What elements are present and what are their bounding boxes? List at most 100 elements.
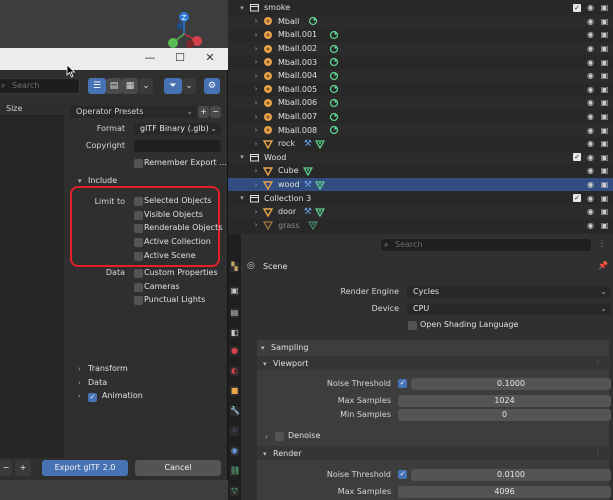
copyright-input[interactable] (134, 140, 221, 152)
section-header-animation[interactable]: › ✓ Animation (78, 391, 143, 403)
tab-physics[interactable]: ◉ (230, 446, 239, 456)
vp-min-samples-field[interactable]: 0 (398, 409, 611, 421)
chevron-right-icon[interactable]: › (252, 31, 260, 39)
chevron-right-icon[interactable]: › (252, 72, 260, 80)
viewport-subpanel-header[interactable] (257, 356, 609, 370)
metaball-data-icon[interactable] (329, 30, 339, 40)
r-noise-threshold-checkbox[interactable]: ✓ (398, 470, 407, 479)
eye-icon[interactable]: ◉ (586, 113, 595, 121)
file-search-input[interactable]: ⌕ Search (0, 78, 80, 94)
sampling-header[interactable]: ▾ Sampling (261, 343, 308, 352)
tab-object[interactable]: ■ (230, 386, 239, 396)
camera-icon[interactable]: ▣ (600, 58, 609, 66)
metaball-data-icon[interactable] (329, 84, 339, 94)
vp-noise-threshold-field[interactable]: 0.1000 (411, 378, 611, 390)
close-icon[interactable]: ✕ (203, 51, 217, 65)
animation-checkbox[interactable]: ✓ (88, 393, 97, 403)
cancel-button[interactable]: Cancel (135, 460, 221, 476)
list-view-button[interactable]: ☰ (88, 78, 106, 94)
eye-icon[interactable]: ◉ (586, 167, 595, 175)
chevron-right-icon[interactable]: › (252, 17, 260, 25)
camera-icon[interactable]: ▣ (600, 4, 609, 12)
zoom-in-button[interactable]: + (15, 460, 31, 476)
outliner-object-row[interactable]: › Mball.002 ◉ ▣ (228, 41, 613, 56)
chevron-right-icon[interactable]: › (252, 113, 260, 121)
tab-world[interactable]: ◐ (230, 366, 239, 376)
zoom-out-button[interactable]: − (0, 460, 12, 476)
data-option-checkbox[interactable] (134, 282, 143, 292)
camera-icon[interactable]: ▣ (600, 194, 609, 202)
chevron-down-icon[interactable]: ▾ (238, 194, 246, 202)
outliner-object-row[interactable]: › Mball.006 ◉ ▣ (228, 96, 613, 110)
device-dropdown[interactable]: CPU ⌄ (407, 303, 611, 315)
camera-icon[interactable]: ▣ (600, 140, 609, 148)
data-option-checkbox[interactable] (134, 296, 143, 306)
camera-icon[interactable]: ▣ (600, 113, 609, 121)
outliner-object-row[interactable]: › Mball.004 ◉ ▣ (228, 69, 613, 83)
minimize-icon[interactable]: — (143, 51, 157, 65)
limit-option-checkbox[interactable] (134, 210, 143, 220)
limit-option-checkbox[interactable] (134, 238, 143, 248)
axis-gizmo-icon[interactable]: Z (160, 8, 210, 50)
camera-icon[interactable]: ▣ (600, 208, 609, 216)
outliner[interactable]: ▾ smoke ✓ ◉ ▣ › Mball ◉ ▣ › Mball.001 ◉ ▣ › Mball.002 ◉… (228, 0, 613, 234)
camera-icon[interactable]: ▣ (600, 17, 609, 25)
exclude-checkbox[interactable]: ✓ (573, 3, 581, 12)
camera-icon[interactable]: ▣ (600, 85, 609, 93)
camera-icon[interactable]: ▣ (600, 126, 609, 134)
viewport-header[interactable]: ▾ Viewport (263, 359, 308, 368)
chevron-right-icon[interactable]: › (252, 221, 260, 229)
tab-render[interactable]: ▣ (230, 286, 239, 296)
chevron-right-icon[interactable]: › (252, 181, 260, 189)
presets-sliders-icon[interactable]: ⫶ (597, 448, 599, 458)
thumb-view-button[interactable]: ▤ (106, 78, 122, 94)
outliner-object-row[interactable]: › Mball.008 ◉ ▣ (228, 123, 613, 137)
denoise-checkbox[interactable] (275, 432, 284, 441)
chevron-right-icon[interactable]: › (252, 45, 260, 53)
render-engine-dropdown[interactable]: Cycles ⌄ (407, 286, 611, 298)
chevron-right-icon[interactable]: › (252, 208, 260, 216)
eye-icon[interactable]: ◉ (586, 126, 595, 134)
dialog-titlebar[interactable]: — ☐ ✕ (0, 48, 228, 70)
limit-option-checkbox[interactable] (134, 197, 143, 206)
settings-button[interactable]: ⚙ (204, 78, 220, 94)
eye-icon[interactable]: ◉ (586, 17, 595, 25)
wrench-icon[interactable]: ⚒ (303, 207, 313, 217)
outliner-object-row[interactable]: › grass ◉ ▣ (228, 219, 613, 233)
tab-constraints[interactable]: ⛓ (230, 466, 240, 476)
wrench-icon[interactable]: ⚒ (303, 180, 313, 190)
chevron-right-icon[interactable]: › (252, 99, 260, 107)
outliner-collection-row[interactable]: ▾ Collection 3 ✓ ◉ ▣ (228, 191, 613, 205)
operator-presets-dropdown[interactable]: Operator Presets ⌄ (70, 106, 197, 118)
chevron-right-icon[interactable]: › (252, 85, 260, 93)
outliner-collection-row[interactable]: ▾ Wood ✓ ◉ ▣ (228, 150, 613, 165)
r-noise-threshold-field[interactable]: 0.0100 (411, 469, 611, 481)
add-preset-button[interactable]: + (198, 106, 209, 118)
tab-view-layer[interactable]: ◧ (230, 328, 239, 338)
data-option-checkbox[interactable] (134, 269, 143, 278)
camera-icon[interactable]: ▣ (600, 31, 609, 39)
camera-icon[interactable]: ▣ (600, 45, 609, 53)
eye-icon[interactable]: ◉ (586, 45, 595, 53)
tab-data[interactable]: ▽ (230, 486, 239, 496)
camera-icon[interactable]: ▣ (600, 181, 609, 189)
outliner-object-row[interactable]: › Mball ◉ ▣ (228, 14, 613, 29)
vp-noise-threshold-checkbox[interactable]: ✓ (398, 379, 407, 388)
eye-icon[interactable]: ◉ (586, 31, 595, 39)
tab-particles[interactable]: ⁘ (230, 426, 239, 436)
section-header-data[interactable]: › Data (78, 378, 107, 387)
view-dropdown[interactable]: ⌄ (139, 78, 153, 94)
camera-icon[interactable]: ▣ (600, 99, 609, 107)
remember-export-checkbox[interactable] (134, 159, 143, 168)
filter-dropdown[interactable]: ⌄ (182, 78, 196, 94)
outliner-object-row[interactable]: › wood ⚒ ◉ ▣ (228, 177, 613, 192)
mesh-data-icon[interactable] (314, 180, 325, 190)
osl-checkbox[interactable] (408, 321, 417, 330)
outliner-object-row[interactable]: › Mball.001 ◉ ▣ (228, 28, 613, 42)
eye-icon[interactable]: ◉ (586, 99, 595, 107)
mesh-data-icon[interactable] (314, 139, 325, 149)
grid-view-button[interactable]: ▦ (122, 78, 138, 94)
outliner-object-row[interactable]: › rock ⚒ ◉ ▣ (228, 137, 613, 151)
tab-scene[interactable]: ● (230, 346, 239, 356)
limit-option-checkbox[interactable] (134, 251, 143, 261)
